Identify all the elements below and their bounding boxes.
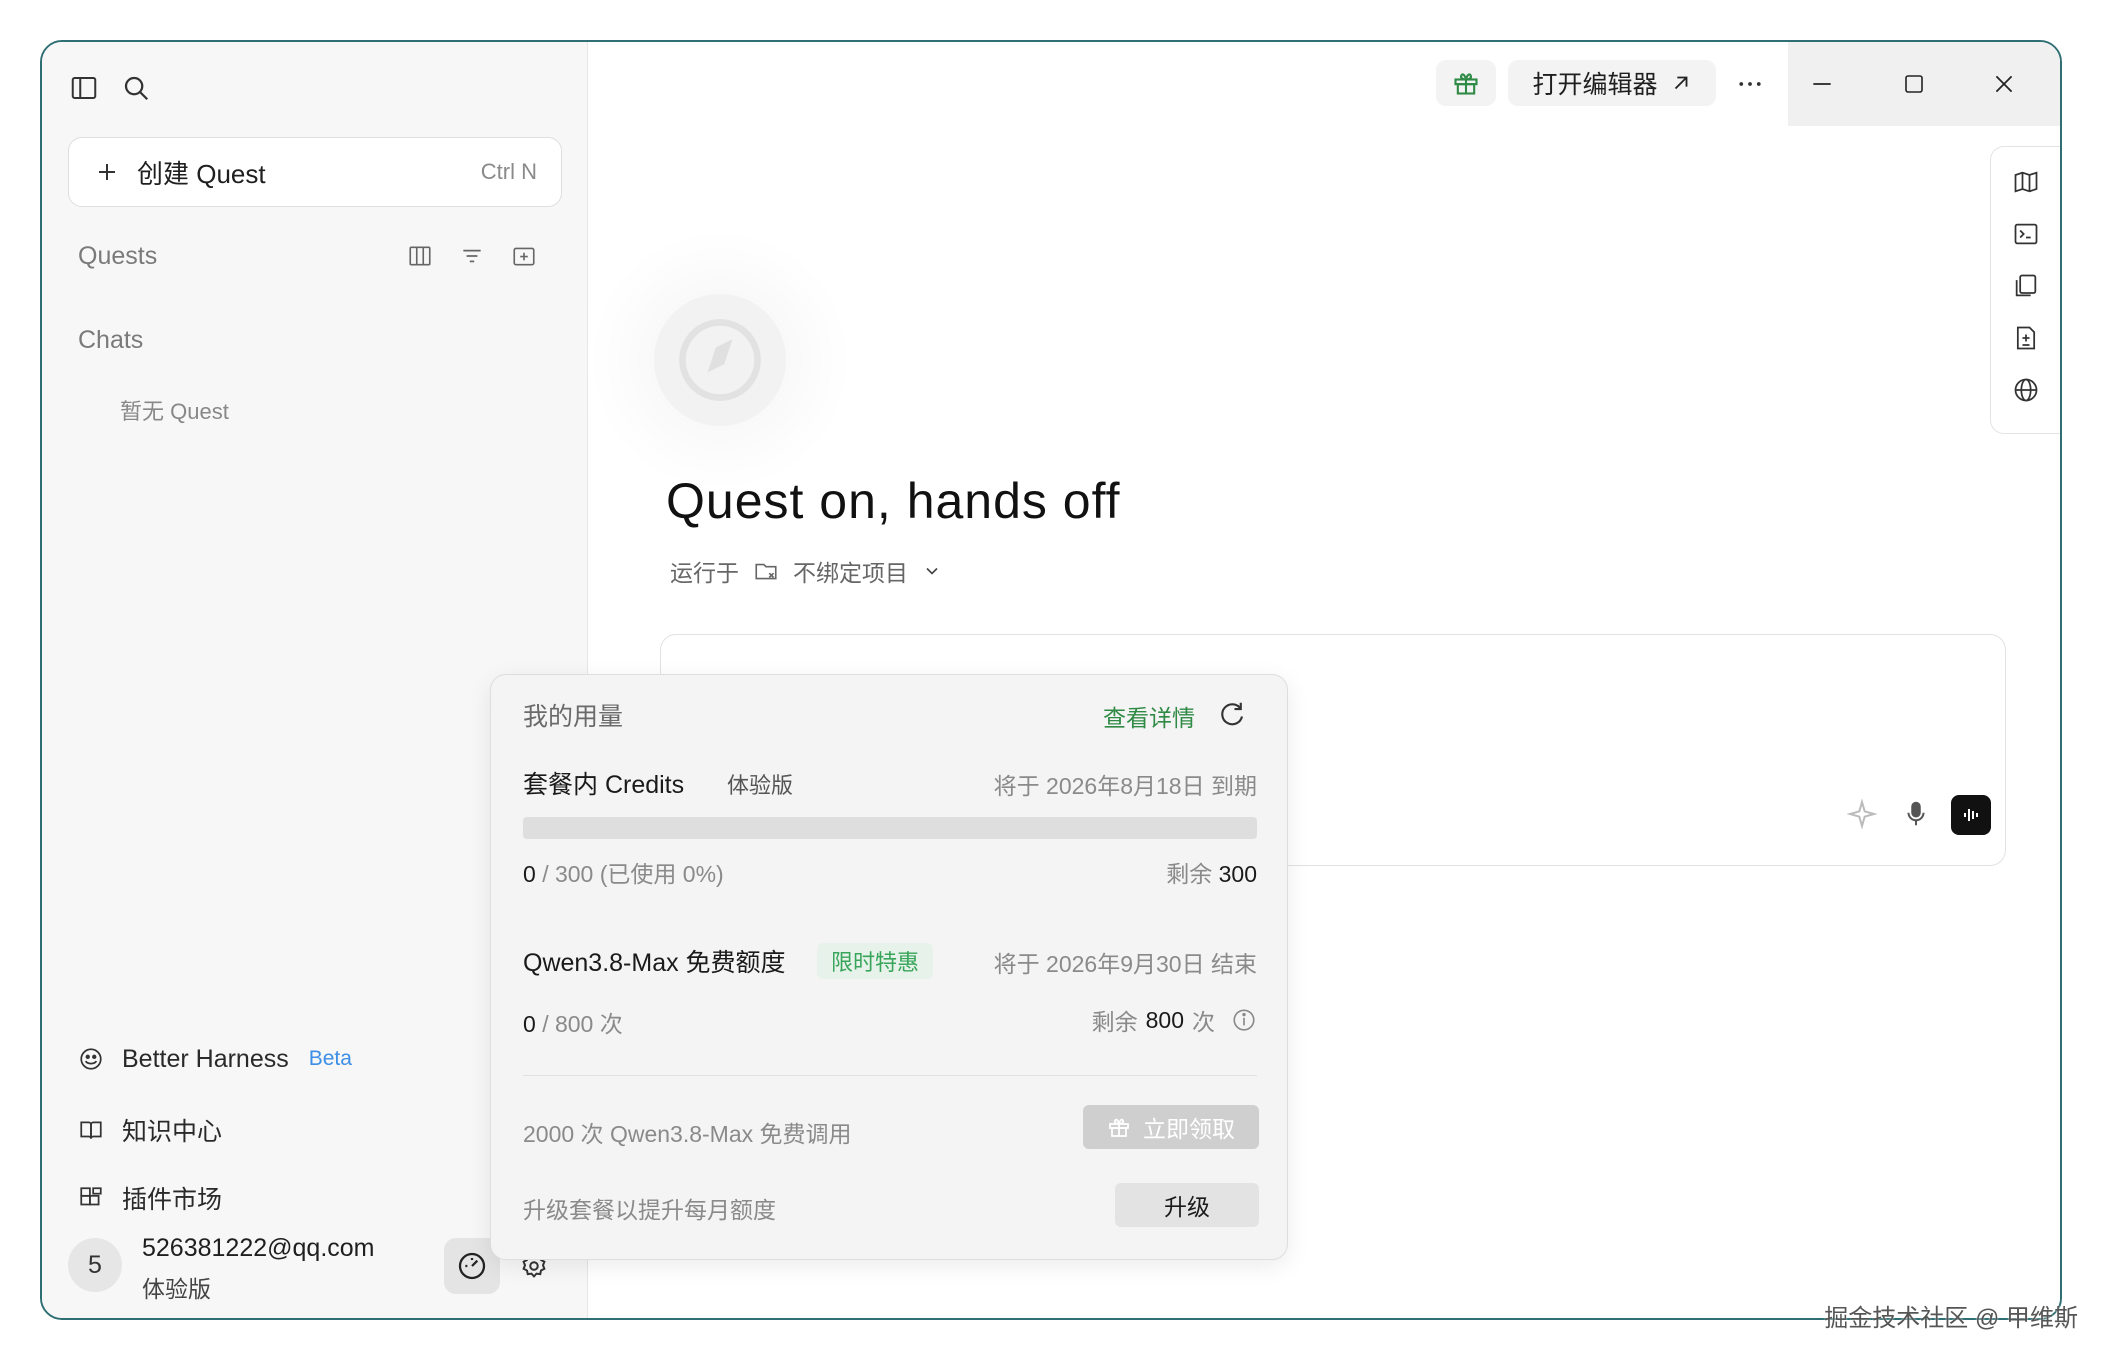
more-icon[interactable] <box>1728 62 1772 106</box>
claim-button[interactable]: 立即领取 <box>1083 1105 1259 1149</box>
empty-quest-text: 暂无 Quest <box>120 399 229 424</box>
qwen-remaining-unit: 次 <box>1192 1009 1215 1035</box>
terminal-icon[interactable] <box>2009 217 2043 251</box>
voice-mode-icon[interactable] <box>1951 795 1991 835</box>
qwen-usage: 0 / 800 次 <box>523 1005 623 1039</box>
qwen-remaining-value: 800 <box>1145 1006 1184 1033</box>
quests-actions <box>404 240 540 272</box>
qwen-expiry: 将于 2026年9月30日 结束 <box>993 951 1257 977</box>
sidebar-item-label: 知识中心 <box>122 1118 223 1146</box>
open-editor-label: 打开编辑器 <box>1532 71 1658 99</box>
sidebar-toggle-icon[interactable] <box>64 68 104 108</box>
qwen-remaining: 剩余 800 次 <box>1092 1003 1257 1037</box>
qwen-total: / 800 次 <box>542 1011 623 1037</box>
book-icon <box>76 1115 106 1145</box>
quests-section-title: Quests <box>78 242 158 270</box>
remaining-label: 剩余 <box>1166 861 1213 887</box>
sidebar-item-label: Better Harness <box>122 1044 289 1073</box>
sidebar-item-better-harness[interactable]: Better Harness Beta <box>76 1044 352 1074</box>
qwen-name: Qwen3.8-Max 免费额度 <box>523 949 786 977</box>
plus-icon <box>95 160 119 184</box>
usage-popup: 我的用量 查看详情 套餐内 Credits 体验版 将于 2026年8月18日 … <box>490 674 1288 1260</box>
qwen-used: 0 <box>523 1011 536 1037</box>
chats-section-title: Chats <box>78 326 144 354</box>
credits-expiry: 将于 2026年8月18日 到期 <box>993 773 1257 799</box>
divider <box>523 1075 1257 1076</box>
refresh-icon[interactable] <box>1215 697 1249 731</box>
plugin-icon <box>76 1183 106 1213</box>
compass-icon <box>679 319 761 401</box>
beta-badge: Beta <box>308 1047 352 1070</box>
sparkle-icon[interactable] <box>1843 795 1881 833</box>
search-icon[interactable] <box>116 68 156 108</box>
promo-text: 2000 次 Qwen3.8-Max 免费调用 <box>523 1121 852 1147</box>
credits-total: / 300 (已使用 0%) <box>542 861 724 887</box>
map-icon[interactable] <box>2009 165 2043 199</box>
claim-label: 立即领取 <box>1143 1116 1235 1142</box>
limited-offer-badge: 限时特惠 <box>817 943 934 979</box>
new-folder-icon[interactable] <box>508 240 540 272</box>
create-quest-shortcut: Ctrl N <box>480 159 537 184</box>
create-quest-button[interactable]: 创建 Quest Ctrl N <box>68 137 562 207</box>
project-select[interactable]: 不绑定项目 <box>793 554 908 588</box>
credits-remaining: 剩余 300 <box>1166 855 1257 889</box>
upgrade-text: 升级套餐以提升每月额度 <box>523 1197 776 1223</box>
sidebar-item-plugins[interactable]: 插件市场 <box>76 1180 222 1216</box>
minimize-icon[interactable] <box>1800 62 1844 106</box>
arrow-up-right-icon <box>1670 72 1692 94</box>
runs-on-row: 运行于 不绑定项目 <box>670 554 942 588</box>
app-window: 创建 Quest Ctrl N Quests Chats 暂无 Quest Be… <box>40 40 2062 1320</box>
user-plan: 体验版 <box>142 1276 211 1302</box>
watermark: 掘金技术社区 @ 甲维斯 <box>1824 1305 2078 1332</box>
app-logo <box>654 294 786 426</box>
document-add-icon[interactable] <box>2009 321 2043 355</box>
harness-icon <box>76 1044 106 1074</box>
open-editor-button[interactable]: 打开编辑器 <box>1508 60 1716 106</box>
view-details-link[interactable]: 查看详情 <box>1103 699 1195 733</box>
credits-tag: 体验版 <box>727 773 794 798</box>
chevron-down-icon[interactable] <box>922 561 942 581</box>
credits-used: 0 <box>523 861 536 887</box>
credits-name: 套餐内 Credits <box>523 771 685 799</box>
maximize-icon[interactable] <box>1892 62 1936 106</box>
right-toolbar <box>1990 146 2060 434</box>
gauge-icon <box>458 1252 486 1280</box>
window-controls <box>1788 42 2060 126</box>
avatar[interactable]: 5 <box>68 1238 122 1292</box>
sidebar-item-knowledge[interactable]: 知识中心 <box>76 1112 222 1148</box>
page-title: Quest on, hands off <box>666 473 1121 529</box>
gift-button[interactable] <box>1436 60 1496 106</box>
filter-icon[interactable] <box>456 240 488 272</box>
runs-on-label: 运行于 <box>670 560 739 586</box>
gift-icon <box>1107 1115 1131 1139</box>
globe-icon[interactable] <box>2009 373 2043 407</box>
close-icon[interactable] <box>1982 62 2026 106</box>
create-quest-label: 创建 Quest <box>137 158 266 189</box>
folder-unlink-icon <box>753 558 779 584</box>
upgrade-button[interactable]: 升级 <box>1115 1183 1259 1227</box>
columns-icon[interactable] <box>404 240 436 272</box>
remaining-label: 剩余 <box>1091 1009 1138 1035</box>
credits-usage: 0 / 300 (已使用 0%) <box>523 855 724 889</box>
credits-remaining-value: 300 <box>1218 861 1257 887</box>
usage-title: 我的用量 <box>523 703 624 731</box>
sidebar-item-label: 插件市场 <box>122 1186 223 1214</box>
microphone-icon[interactable] <box>1897 795 1935 833</box>
user-email: 526381222@qq.com <box>142 1234 375 1262</box>
gift-icon <box>1454 73 1478 95</box>
credits-progress-bar <box>523 817 1257 839</box>
copy-icon[interactable] <box>2009 269 2043 303</box>
info-icon[interactable] <box>1231 1007 1257 1033</box>
